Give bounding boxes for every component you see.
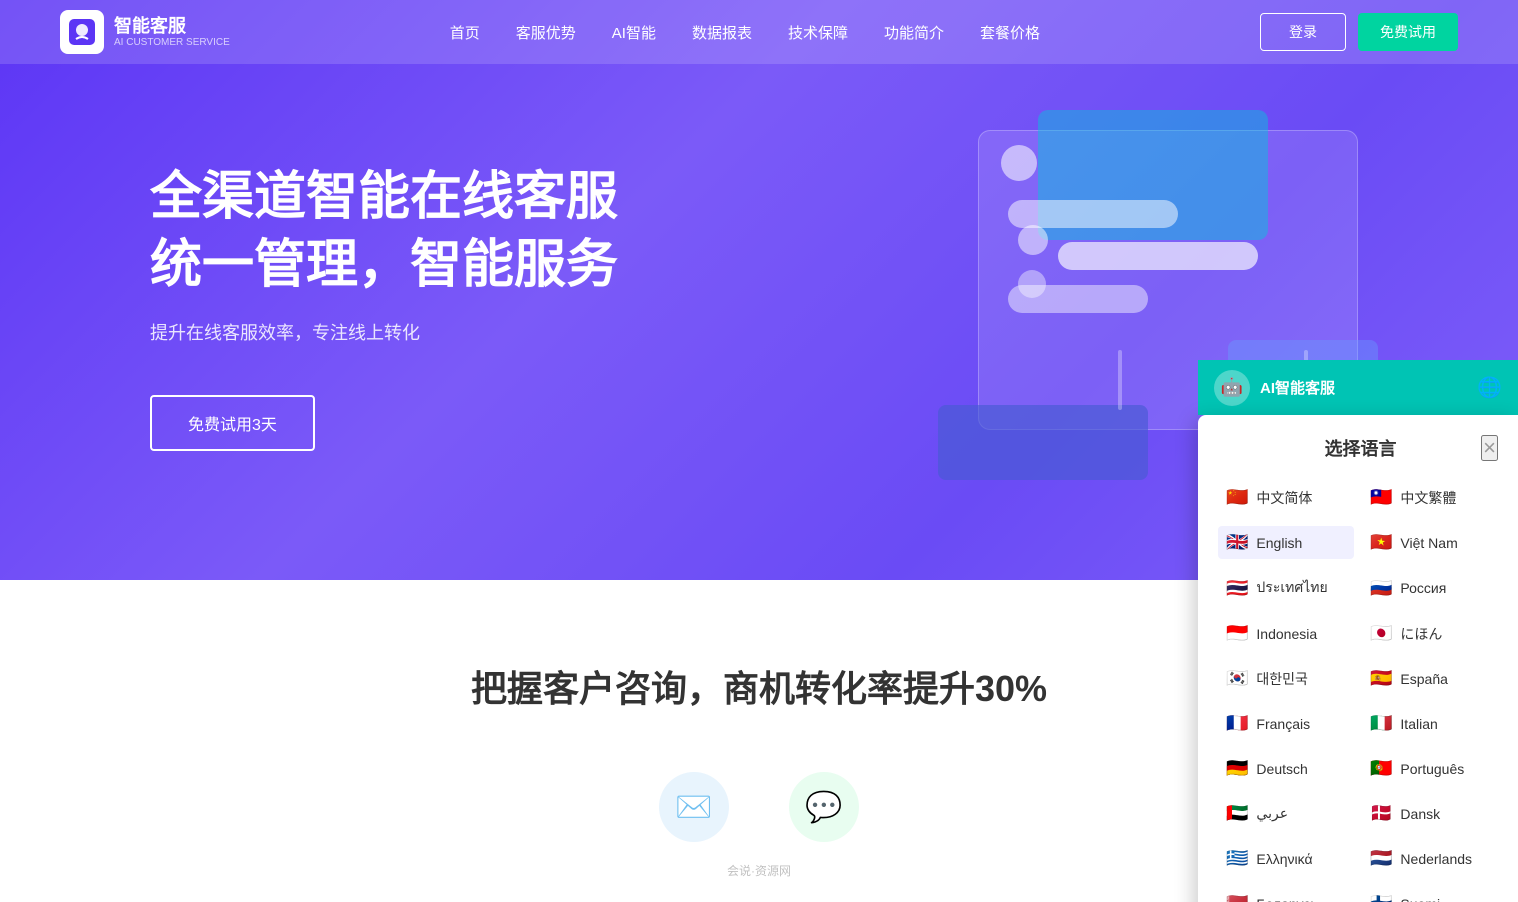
- logo-area: 智能客服 AI CUSTOMER SERVICE: [60, 10, 230, 54]
- lang-modal-title: 选择语言: [1240, 435, 1481, 461]
- chat-header-title: AI智能客服: [1260, 377, 1335, 398]
- lang-item-zh-hant[interactable]: 🇹🇼 中文繁體: [1362, 481, 1498, 514]
- logo-icon: [60, 10, 104, 54]
- lang-item-ru[interactable]: 🇷🇺 Россия: [1362, 571, 1498, 605]
- lang-item-fr[interactable]: 🇫🇷 Français: [1218, 707, 1354, 740]
- flag-ja: 🇯🇵: [1370, 623, 1392, 644]
- nav-feature[interactable]: 功能简介: [884, 22, 944, 43]
- hero-title-line1: 全渠道智能在线客服: [150, 168, 618, 226]
- lang-name-el: Ελληνικά: [1256, 851, 1312, 867]
- lang-name-da: Dansk: [1400, 806, 1440, 822]
- lang-name-ja: にほん: [1400, 624, 1442, 644]
- lang-item-el[interactable]: 🇬🇷 Ελληνικά: [1218, 842, 1354, 875]
- hero-subtitle: 提升在线客服效率，专注线上转化: [150, 319, 1518, 345]
- nav-advantage[interactable]: 客服优势: [516, 22, 576, 43]
- lang-item-ar[interactable]: 🇦🇪 عربي: [1218, 797, 1354, 830]
- lang-item-zh-hans[interactable]: 🇨🇳 中文简体: [1218, 481, 1354, 514]
- lang-item-en[interactable]: 🇬🇧 English: [1218, 526, 1354, 559]
- lang-item-id[interactable]: 🇮🇩 Indonesia: [1218, 617, 1354, 650]
- lang-name-de: Deutsch: [1256, 761, 1307, 777]
- header-buttons: 登录 免费试用: [1260, 13, 1458, 51]
- nav-home[interactable]: 首页: [450, 22, 480, 43]
- flag-id: 🇮🇩: [1226, 623, 1248, 644]
- lang-name-it: Italian: [1400, 716, 1437, 732]
- lang-close-button[interactable]: ×: [1481, 435, 1498, 461]
- flag-el: 🇬🇷: [1226, 848, 1248, 869]
- flag-fr: 🇫🇷: [1226, 713, 1248, 734]
- lang-name-ru: Россия: [1400, 580, 1446, 596]
- language-grid: 🇨🇳 中文简体 🇹🇼 中文繁體 🇬🇧 English 🇻🇳 Việt Nam 🇹…: [1218, 481, 1498, 902]
- flag-pt: 🇵🇹: [1370, 758, 1392, 779]
- lang-item-da[interactable]: 🇩🇰 Dansk: [1362, 797, 1498, 830]
- lang-name-id: Indonesia: [1256, 626, 1317, 642]
- lang-name-fr: Français: [1256, 716, 1310, 732]
- nav-price[interactable]: 套餐价格: [980, 22, 1040, 43]
- flag-zh-hant: 🇹🇼: [1370, 487, 1392, 508]
- login-button[interactable]: 登录: [1260, 13, 1346, 51]
- hero-title-line2: 统一管理，智能服务: [150, 236, 618, 294]
- lang-name-pt: Português: [1400, 761, 1464, 777]
- flag-nl: 🇳🇱: [1370, 848, 1392, 869]
- lang-item-de[interactable]: 🇩🇪 Deutsch: [1218, 752, 1354, 785]
- flag-ru: 🇷🇺: [1370, 578, 1392, 599]
- flag-vi: 🇻🇳: [1370, 532, 1392, 553]
- logo-text-area: 智能客服 AI CUSTOMER SERVICE: [114, 16, 230, 49]
- header: 智能客服 AI CUSTOMER SERVICE 首页 客服优势 AI智能 数据…: [0, 0, 1518, 64]
- flag-en: 🇬🇧: [1226, 532, 1248, 553]
- email-icon: ✉️: [659, 772, 729, 842]
- flag-it: 🇮🇹: [1370, 713, 1392, 734]
- lang-name-nl: Nederlands: [1400, 851, 1472, 867]
- lang-item-th[interactable]: 🇹🇭 ประเทศไทย: [1218, 571, 1354, 605]
- language-modal: 选择语言 × 🇨🇳 中文简体 🇹🇼 中文繁體 🇬🇧 English 🇻🇳 Việ…: [1198, 415, 1518, 902]
- flag-ko: 🇰🇷: [1226, 668, 1248, 689]
- lang-modal-header: 选择语言 ×: [1218, 435, 1498, 461]
- wechat-icon: 💬: [789, 772, 859, 842]
- lang-name-en: English: [1256, 535, 1302, 551]
- main-nav: 首页 客服优势 AI智能 数据报表 技术保障 功能简介 套餐价格: [450, 22, 1040, 43]
- logo-sub: AI CUSTOMER SERVICE: [114, 37, 230, 48]
- lang-item-pt[interactable]: 🇵🇹 Português: [1362, 752, 1498, 785]
- lang-name-zh-hant: 中文繁體: [1400, 488, 1456, 508]
- lang-item-ja[interactable]: 🇯🇵 にほん: [1362, 617, 1498, 650]
- flag-de: 🇩🇪: [1226, 758, 1248, 779]
- lang-name-zh-hans: 中文简体: [1256, 488, 1312, 508]
- nav-ai[interactable]: AI智能: [612, 22, 656, 43]
- lang-item-vi[interactable]: 🇻🇳 Việt Nam: [1362, 526, 1498, 559]
- hero-title: 全渠道智能在线客服 统一管理，智能服务: [150, 164, 1518, 299]
- nav-report[interactable]: 数据报表: [692, 22, 752, 43]
- lang-name-ar: عربي: [1256, 805, 1288, 822]
- globe-icon[interactable]: 🌐: [1477, 375, 1502, 400]
- lang-item-es[interactable]: 🇪🇸 España: [1362, 662, 1498, 695]
- section-title: 把握客户咨询，商机转化率提升30%: [150, 660, 1368, 712]
- flag-es: 🇪🇸: [1370, 668, 1392, 689]
- lang-item-ko[interactable]: 🇰🇷 대한민국: [1218, 662, 1354, 695]
- free-trial-header-button[interactable]: 免费试用: [1358, 13, 1458, 51]
- logo-text: 智能客服: [114, 16, 230, 38]
- chat-header-avatar: 🤖: [1214, 370, 1250, 406]
- lang-name-es: España: [1400, 671, 1447, 687]
- lang-name-vi: Việt Nam: [1400, 535, 1457, 551]
- hero-trial-button[interactable]: 免费试用3天: [150, 395, 315, 451]
- lang-item-nl[interactable]: 🇳🇱 Nederlands: [1362, 842, 1498, 875]
- lang-name-th: ประเทศไทย: [1256, 577, 1327, 599]
- chat-header: 🤖 AI智能客服 🌐: [1198, 360, 1518, 415]
- icons-row: ✉️ 💬: [150, 772, 1368, 842]
- flag-th: 🇹🇭: [1226, 578, 1248, 599]
- flag-ar: 🇦🇪: [1226, 803, 1248, 824]
- lang-item-it[interactable]: 🇮🇹 Italian: [1362, 707, 1498, 740]
- flag-da: 🇩🇰: [1370, 803, 1392, 824]
- flag-zh-hans: 🇨🇳: [1226, 487, 1248, 508]
- lang-name-ko: 대한민국: [1256, 669, 1308, 689]
- nav-tech[interactable]: 技术保障: [788, 22, 848, 43]
